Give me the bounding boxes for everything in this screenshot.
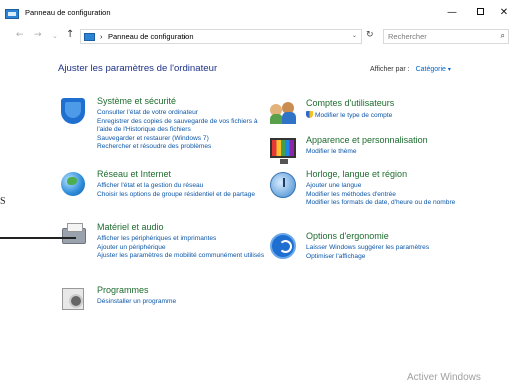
breadcrumb-separator[interactable]: › xyxy=(183,32,186,41)
category-title-hardware-sound[interactable]: Matériel et audio xyxy=(97,222,164,232)
link-mobility-settings[interactable]: Ajuster les paramètres de mobilité commu… xyxy=(97,252,272,261)
maximize-icon xyxy=(476,8,484,15)
search-placeholder: Rechercher xyxy=(388,32,427,41)
recent-locations-dropdown-icon[interactable]: ⌄ xyxy=(52,32,58,40)
shield-icon[interactable] xyxy=(59,96,89,126)
forward-arrow-icon[interactable]: → xyxy=(34,30,42,40)
breadcrumb-control-panel[interactable]: Panneau de configuration xyxy=(108,32,194,41)
link-homegroup-sharing[interactable]: Choisir les options de groupe résidentie… xyxy=(97,191,272,200)
category-title-appearance[interactable]: Apparence et personnalisation xyxy=(306,135,428,145)
search-icon[interactable]: ⌕ xyxy=(501,31,505,41)
globe-icon[interactable] xyxy=(59,169,89,199)
link-change-account-type[interactable]: Modifier le type de compte xyxy=(306,111,481,121)
chevron-down-icon[interactable]: ▾ xyxy=(448,67,451,73)
minimize-button[interactable]: — xyxy=(442,5,462,21)
address-bar[interactable]: › Panneau de configuration › ⌄ xyxy=(80,29,362,44)
link-network-status[interactable]: Afficher l'état et la gestion du réseau xyxy=(97,182,272,191)
link-backup-restore[interactable]: Sauvegarder et restaurer (Windows 7) xyxy=(97,135,272,144)
link-input-methods[interactable]: Modifier les méthodes d'entrée xyxy=(306,191,471,200)
refresh-icon[interactable]: ↻ xyxy=(366,30,374,40)
link-change-theme[interactable]: Modifier le thème xyxy=(306,148,481,157)
programs-icon[interactable] xyxy=(59,285,89,315)
control-panel-small-icon xyxy=(84,33,95,41)
link-add-language[interactable]: Ajouter une langue xyxy=(306,182,471,191)
clock-icon[interactable] xyxy=(268,169,298,199)
back-arrow-icon[interactable]: ← xyxy=(16,30,24,40)
link-uninstall-program[interactable]: Désinstaller un programme xyxy=(97,298,272,307)
address-dropdown-icon[interactable]: ⌄ xyxy=(352,32,357,39)
category-title-user-accounts[interactable]: Comptes d'utilisateurs xyxy=(306,98,394,108)
view-by: Afficher par : Catégorie ▾ xyxy=(370,66,451,73)
monitor-icon[interactable] xyxy=(268,135,298,165)
edge-text-fragment: S xyxy=(0,196,6,207)
window-title: Panneau de configuration xyxy=(25,8,111,17)
category-title-ease-of-access[interactable]: Options d'ergonomie xyxy=(306,231,389,241)
category-title-clock-language-region[interactable]: Horloge, langue et région xyxy=(306,169,407,179)
link-file-history-backup[interactable]: Enregistrer des copies de sauvegarde de … xyxy=(97,118,272,135)
uac-shield-icon xyxy=(306,111,313,118)
category-title-programs[interactable]: Programmes xyxy=(97,285,149,295)
view-by-label: Afficher par : xyxy=(370,66,410,73)
link-troubleshoot[interactable]: Rechercher et résoudre des problèmes xyxy=(97,143,272,152)
view-by-dropdown[interactable]: Catégorie xyxy=(416,66,446,73)
up-arrow-icon[interactable]: ↑ xyxy=(66,29,74,40)
link-check-computer-status[interactable]: Consulter l'état de votre ordinateur xyxy=(97,109,272,118)
ease-of-access-icon[interactable] xyxy=(268,231,298,261)
close-button[interactable]: ✕ xyxy=(494,5,509,21)
search-input[interactable]: Rechercher ⌕ xyxy=(383,29,509,44)
link-devices-printers[interactable]: Afficher les périphériques et imprimante… xyxy=(97,235,272,244)
link-date-time-formats[interactable]: Modifier les formats de date, d'heure ou… xyxy=(306,199,471,208)
edge-divider-line xyxy=(0,237,76,239)
activation-watermark: Activer Windows xyxy=(407,372,481,383)
maximize-button[interactable] xyxy=(470,5,490,21)
category-title-network-internet[interactable]: Réseau et Internet xyxy=(97,169,171,179)
link-optimize-display[interactable]: Optimiser l'affichage xyxy=(306,253,481,262)
breadcrumb-separator[interactable]: › xyxy=(100,32,103,41)
link-change-account-type-label: Modifier le type de compte xyxy=(315,112,393,119)
navigation-bar: ← → ⌄ ↑ › Panneau de configuration › ⌄ ↻… xyxy=(0,28,509,48)
control-panel-icon xyxy=(5,9,19,19)
page-title: Ajuster les paramètres de l'ordinateur xyxy=(58,63,218,74)
link-add-device[interactable]: Ajouter un périphérique xyxy=(97,244,272,253)
category-title-system-security[interactable]: Système et sécurité xyxy=(97,96,176,106)
title-bar: Panneau de configuration — ✕ xyxy=(0,0,509,28)
link-suggest-settings[interactable]: Laisser Windows suggérer les paramètres xyxy=(306,244,481,253)
users-icon[interactable] xyxy=(268,98,298,128)
